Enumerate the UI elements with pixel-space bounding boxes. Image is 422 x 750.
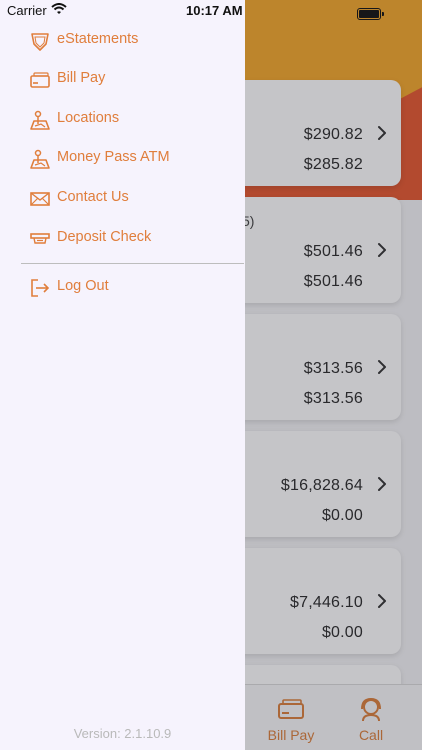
menu-item-estatements[interactable]: eStatements <box>0 23 245 59</box>
menu-item-label: Deposit Check <box>57 229 152 245</box>
menu-item-bill-pay[interactable]: Bill Pay <box>0 62 245 98</box>
card-icon <box>30 72 50 88</box>
menu-item-label: eStatements <box>57 31 139 47</box>
menu-item-label: Contact Us <box>57 189 129 205</box>
menu-item-deposit-check[interactable]: Deposit Check <box>0 221 245 257</box>
status-bar: Carrier 10:17 AM <box>0 0 245 22</box>
menu-item-locations[interactable]: Locations <box>0 102 245 138</box>
side-drawer: Carrier 10:17 AM eStatements Bill Pay Lo… <box>0 0 245 750</box>
map-icon <box>30 149 50 169</box>
menu-item-contact-us[interactable]: Contact Us <box>0 181 245 217</box>
carrier-label: Carrier <box>7 3 47 18</box>
logout-icon <box>31 279 50 297</box>
check-scanner-icon <box>30 233 50 244</box>
menu-item-label: Locations <box>57 110 120 126</box>
menu-item-label: Log Out <box>57 278 109 294</box>
status-time: 10:17 AM <box>186 3 243 18</box>
shield-icon <box>31 33 49 51</box>
app-version: Version: 2.1.10.9 <box>73 726 172 741</box>
menu-item-label: Money Pass ATM <box>57 149 170 165</box>
menu-item-label: Bill Pay <box>57 70 106 86</box>
envelope-icon <box>30 192 50 206</box>
menu-item-money-pass-atm[interactable]: Money Pass ATM <box>0 141 245 177</box>
menu-divider <box>21 263 244 264</box>
wifi-icon <box>51 3 67 14</box>
menu-item-log-out[interactable]: Log Out <box>0 270 245 306</box>
map-icon <box>30 110 50 130</box>
